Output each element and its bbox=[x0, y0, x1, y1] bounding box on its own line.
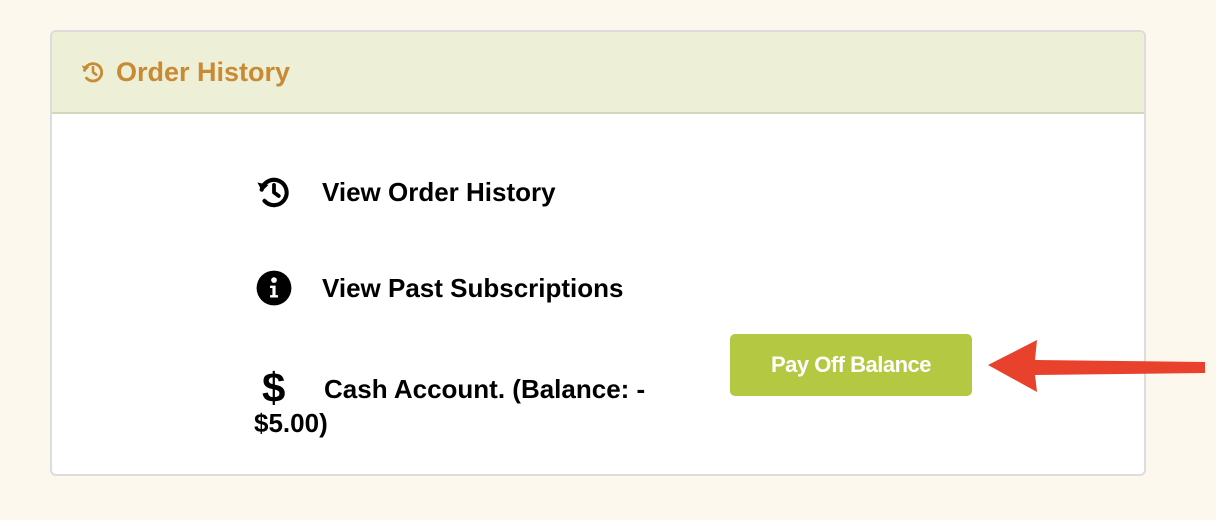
order-history-panel: Order History View Order History View Pa… bbox=[50, 30, 1146, 476]
history-icon bbox=[254, 172, 294, 212]
view-order-history-label: View Order History bbox=[322, 176, 556, 207]
cash-account-label: Cash Account. (Balance: - bbox=[324, 374, 646, 404]
info-icon bbox=[254, 268, 294, 308]
dollar-icon: $ bbox=[262, 364, 286, 411]
view-past-subscriptions-link[interactable]: View Past Subscriptions bbox=[254, 268, 624, 308]
red-arrow-icon bbox=[988, 340, 1205, 392]
panel-title: Order History bbox=[116, 56, 291, 87]
history-icon bbox=[80, 59, 106, 85]
cash-balance-value: $5.00) bbox=[254, 408, 328, 438]
panel-header: Order History bbox=[52, 32, 1144, 114]
view-order-history-link[interactable]: View Order History bbox=[254, 172, 556, 212]
view-past-subscriptions-label: View Past Subscriptions bbox=[322, 272, 624, 303]
pay-off-balance-button[interactable]: Pay Off Balance bbox=[730, 334, 972, 396]
